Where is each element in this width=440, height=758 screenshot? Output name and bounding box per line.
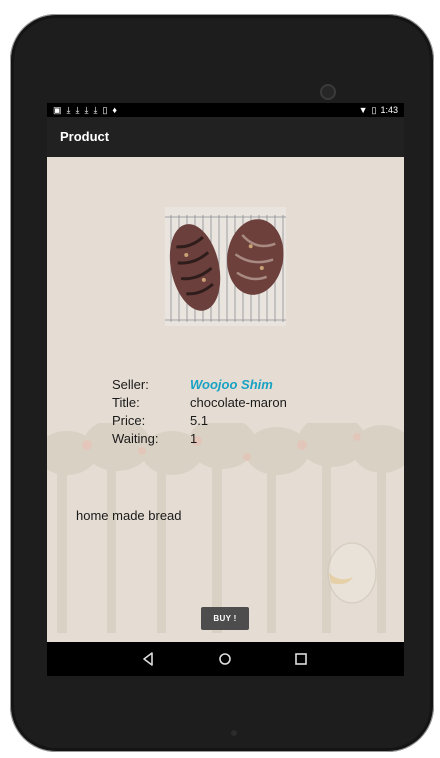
product-info: Seller: Woojoo Shim Title: chocolate-mar… bbox=[112, 376, 287, 448]
seller-link[interactable]: Woojoo Shim bbox=[190, 376, 273, 394]
download-icon: ⤓ bbox=[66, 105, 71, 115]
status-bar: ▣ ⤓ ⤓ ⤓ ⤓ ▯ ♦ ▼ ▯ 1:43 bbox=[47, 103, 404, 117]
title-label: Title: bbox=[112, 395, 140, 410]
battery-icon: ▯ bbox=[371, 105, 377, 115]
notification-icon: ♦ bbox=[112, 105, 117, 115]
device-sensor bbox=[231, 730, 237, 736]
back-icon[interactable] bbox=[139, 649, 159, 669]
wifi-icon: ▼ bbox=[358, 105, 368, 115]
price-value: 5.1 bbox=[190, 413, 209, 428]
clock: 1:43 bbox=[380, 105, 398, 115]
action-bar: Product bbox=[47, 117, 404, 157]
title-row: Title: chocolate-maron bbox=[112, 394, 287, 412]
waiting-row: Waiting: 1 bbox=[112, 430, 287, 448]
bread-photo bbox=[165, 207, 286, 326]
seller-label: Seller: bbox=[112, 377, 149, 392]
waiting-label: Waiting: bbox=[112, 431, 159, 446]
price-row: Price: 5.1 bbox=[112, 412, 287, 430]
image-icon: ▣ bbox=[53, 105, 62, 115]
page-title: Product bbox=[60, 129, 110, 144]
camera-lens bbox=[320, 84, 336, 100]
price-label: Price: bbox=[112, 413, 146, 428]
phone-icon: ▯ bbox=[102, 105, 108, 115]
download-icon: ⤓ bbox=[93, 105, 98, 115]
buy-button[interactable]: BUY ! bbox=[201, 607, 249, 630]
seller-row: Seller: Woojoo Shim bbox=[112, 376, 287, 394]
recents-icon[interactable] bbox=[291, 649, 311, 669]
background-illustration bbox=[47, 423, 404, 633]
navigation-bar bbox=[47, 642, 404, 676]
waiting-value: 1 bbox=[190, 431, 198, 446]
product-description: home made bread bbox=[76, 508, 182, 523]
home-icon[interactable] bbox=[215, 649, 235, 669]
title-value: chocolate-maron bbox=[190, 395, 287, 410]
product-image bbox=[165, 207, 286, 326]
download-icon: ⤓ bbox=[84, 105, 89, 115]
app-screen: ▣ ⤓ ⤓ ⤓ ⤓ ▯ ♦ ▼ ▯ 1:43 Product Seller: W… bbox=[47, 103, 404, 676]
download-icon: ⤓ bbox=[75, 105, 80, 115]
